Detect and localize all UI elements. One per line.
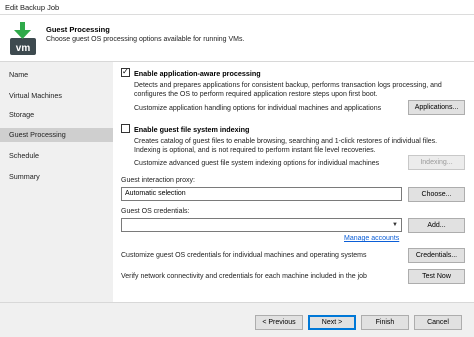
credentials-button[interactable]: Credentials...: [408, 248, 465, 263]
guest-indexing-label: Enable guest file system indexing: [134, 125, 250, 134]
page-subtitle: Choose guest OS processing options avail…: [46, 36, 245, 43]
app-aware-label: Enable application-aware processing: [134, 69, 261, 78]
add-credentials-button[interactable]: Add...: [408, 218, 465, 233]
sidebar-item-schedule[interactable]: Schedule: [0, 149, 113, 163]
header-panel: vm Guest Processing Choose guest OS proc…: [0, 15, 474, 62]
logo-text: vm: [16, 43, 31, 54]
cancel-button[interactable]: Cancel: [414, 315, 462, 330]
credentials-dropdown[interactable]: ▼: [121, 218, 402, 232]
sidebar-item-storage[interactable]: Storage: [0, 108, 113, 122]
finish-button[interactable]: Finish: [361, 315, 409, 330]
credentials-label: Guest OS credentials:: [121, 208, 190, 215]
guest-indexing-checkbox[interactable]: [121, 124, 130, 133]
credentials-customize-text: Customize guest OS credentials for indiv…: [121, 252, 367, 259]
vm-download-icon: vm: [10, 22, 36, 55]
app-aware-checkbox[interactable]: ✓: [121, 67, 130, 77]
proxy-field[interactable]: Automatic selection: [121, 187, 402, 201]
app-aware-desc-1: Detects and prepares applications for co…: [134, 82, 442, 89]
next-button[interactable]: Next >: [308, 315, 356, 330]
page-title: Guest Processing: [46, 25, 110, 34]
proxy-label: Guest interaction proxy:: [121, 177, 195, 184]
app-aware-desc-2: configures the OS to perform required ap…: [134, 91, 378, 98]
indexing-button[interactable]: Indexing...: [408, 155, 465, 170]
main-content: ✓ Enable application-aware processing De…: [113, 62, 474, 302]
choose-button[interactable]: Choose...: [408, 187, 465, 202]
footer-bar: < Previous Next > Finish Cancel: [0, 302, 474, 337]
manage-accounts-link[interactable]: Manage accounts: [344, 235, 399, 242]
checkmark-icon: ✓: [122, 67, 129, 76]
sidebar-item-summary[interactable]: Summary: [0, 170, 113, 184]
chevron-down-icon: ▼: [392, 222, 398, 228]
guest-indexing-customize-text: Customize advanced guest file system ind…: [134, 160, 380, 167]
applications-button[interactable]: Applications...: [408, 100, 465, 115]
guest-indexing-desc-2: Indexing is optional, and is not require…: [134, 147, 376, 154]
app-aware-customize-text: Customize application handling options f…: [134, 105, 382, 112]
window-title: Edit Backup Job: [5, 3, 60, 12]
wizard-steps-sidebar: Name Virtual Machines Storage Guest Proc…: [0, 62, 113, 302]
sidebar-item-guest-processing[interactable]: Guest Processing: [0, 128, 113, 142]
verify-text: Verify network connectivity and credenti…: [121, 273, 367, 280]
previous-button[interactable]: < Previous: [255, 315, 303, 330]
sidebar-item-virtual-machines[interactable]: Virtual Machines: [0, 89, 113, 103]
guest-indexing-desc-1: Creates catalog of guest files to enable…: [134, 138, 438, 145]
test-now-button[interactable]: Test Now: [408, 269, 465, 284]
title-bar: Edit Backup Job: [0, 0, 474, 15]
sidebar-item-name[interactable]: Name: [0, 68, 113, 82]
